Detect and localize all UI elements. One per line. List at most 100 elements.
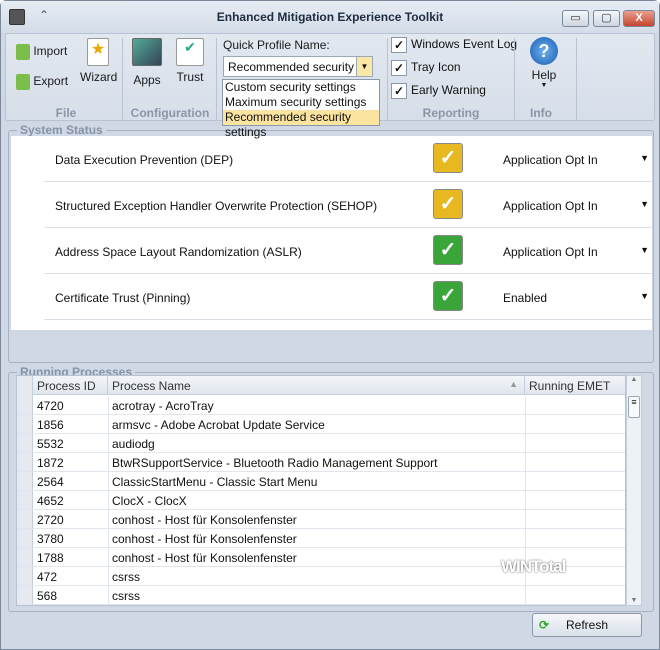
group-configuration-label: Configuration — [130, 106, 210, 120]
table-cell: conhost - Host für Konsolenfenster — [112, 551, 297, 565]
status-name: Structured Exception Handler Overwrite P… — [55, 199, 378, 213]
table-row[interactable]: 4652 ClocX - ClocX — [17, 491, 625, 510]
table-cell: 4720 — [37, 399, 64, 413]
table-row[interactable]: 2564 ClassicStartMenu - Classic Start Men… — [17, 472, 625, 491]
profile-option-custom[interactable]: Custom security settings — [223, 80, 379, 95]
minimize-button[interactable]: ▭ — [562, 10, 589, 27]
system-status-title: System Status — [17, 123, 106, 137]
early-warning-checkbox[interactable]: ✓ Early Warning — [391, 83, 486, 99]
scroll-up-icon[interactable]: ▲ — [627, 376, 641, 383]
status-name: Data Execution Prevention (DEP) — [55, 153, 234, 167]
wizard-icon: ★ — [87, 38, 109, 66]
status-name: Address Space Layout Randomization (ASLR… — [55, 245, 302, 259]
warning-check-icon: ✓ — [433, 189, 463, 219]
wintotal-watermark: WINTotal — [501, 557, 566, 576]
column-label: Process Name — [112, 379, 191, 393]
quick-profile-value: Recommended security ... — [228, 60, 368, 74]
export-icon — [16, 74, 30, 90]
maximize-button[interactable]: ▢ — [593, 10, 620, 27]
refresh-label: Refresh — [565, 618, 609, 632]
table-cell: 568 — [37, 589, 58, 603]
trust-button[interactable]: ✔ Trust — [172, 38, 208, 84]
help-button[interactable]: ? Help ▼ — [526, 37, 562, 89]
table-cell: armsvc - Adobe Acrobat Update Service — [112, 418, 325, 432]
export-label: Export — [33, 74, 69, 89]
export-button[interactable]: Export — [16, 74, 68, 90]
profile-option-maximum[interactable]: Maximum security settings — [223, 95, 379, 110]
import-icon — [16, 44, 30, 60]
table-row[interactable]: 3780 conhost - Host für Konsolenfenster — [17, 529, 625, 548]
windows-event-log-checkbox[interactable]: ✓ Windows Event Log — [391, 37, 517, 53]
table-row[interactable]: 1856 armsvc - Adobe Acrobat Update Servic… — [17, 415, 625, 434]
wizard-button[interactable]: ★ Wizard — [80, 38, 117, 84]
column-running-emet[interactable]: Running EMET — [525, 376, 625, 395]
warning-check-icon: ✓ — [433, 143, 463, 173]
table-cell: ClassicStartMenu - Classic Start Menu — [112, 475, 318, 489]
column-process-name[interactable]: Process Name ▲ — [108, 376, 525, 395]
emet-window: ⌃ Enhanced Mitigation Experience Toolkit… — [0, 0, 660, 650]
table-cell: 5532 — [37, 437, 64, 451]
checkbox-label: Early Warning — [411, 83, 486, 98]
apps-button[interactable]: Apps — [129, 38, 165, 87]
status-row-aslr: Address Space Layout Randomization (ASLR… — [44, 228, 652, 274]
vertical-scrollbar[interactable]: ▲ ≡ ▼ — [626, 375, 642, 606]
chevron-down-icon[interactable]: ▼ — [640, 199, 649, 209]
table-cell: 1788 — [37, 551, 64, 565]
table-row[interactable]: 4720 acrotray - AcroTray — [17, 396, 625, 415]
table-row[interactable]: 1872 BtwRSupportService - Bluetooth Radio… — [17, 453, 625, 472]
scroll-thumb[interactable]: ≡ — [628, 396, 640, 418]
tray-icon-checkbox[interactable]: ✓ Tray Icon — [391, 60, 461, 76]
check-icon: ✓ — [391, 83, 407, 99]
close-button[interactable]: X — [623, 10, 655, 27]
system-status-panel: Data Execution Prevention (DEP) ✓ Applicat… — [11, 136, 652, 330]
table-cell: 2564 — [37, 475, 64, 489]
status-row-dep: Data Execution Prevention (DEP) ✓ Applicat… — [44, 136, 652, 182]
column-process-id[interactable]: Process ID — [33, 376, 108, 395]
table-cell: 2720 — [37, 513, 64, 527]
ok-check-icon: ✓ — [433, 235, 463, 265]
apps-icon — [132, 38, 162, 66]
chevron-down-icon: ▼ — [540, 82, 548, 89]
table-cell: acrotray - AcroTray — [112, 399, 214, 413]
profile-option-recommended[interactable]: Recommended security settings — [223, 110, 379, 139]
table-cell: 1856 — [37, 418, 64, 432]
status-value[interactable]: Enabled — [503, 291, 547, 305]
chevron-down-icon[interactable]: ▼ — [640, 245, 649, 255]
table-cell: 3780 — [37, 532, 64, 546]
status-value[interactable]: Application Opt In — [503, 153, 598, 167]
table-row[interactable]: 568 csrss — [17, 586, 625, 605]
checkbox-label: Windows Event Log — [411, 37, 518, 52]
table-cell: BtwRSupportService - Bluetooth Radio Man… — [112, 456, 438, 470]
status-row-pinning: Certificate Trust (Pinning) ✓ Enabled ▼ — [44, 274, 652, 320]
help-label: Help — [531, 68, 557, 82]
help-icon: ? — [530, 37, 558, 65]
quick-profile-label: Quick Profile Name: — [223, 38, 330, 52]
scroll-down-icon[interactable]: ▼ — [627, 597, 641, 604]
table-cell: conhost - Host für Konsolenfenster — [112, 532, 297, 546]
status-name: Certificate Trust (Pinning) — [55, 291, 191, 305]
quick-profile-select[interactable]: Recommended security ... ▼ — [223, 56, 373, 77]
check-icon: ✓ — [391, 37, 407, 53]
apps-label: Apps — [133, 73, 161, 87]
table-cell: audiodg — [112, 437, 155, 451]
status-value[interactable]: Application Opt In — [503, 245, 598, 259]
table-cell: 1872 — [37, 456, 64, 470]
title-bar: ⌃ Enhanced Mitigation Experience Toolkit… — [1, 1, 659, 33]
sort-ascending-icon: ▲ — [509, 379, 518, 389]
table-row[interactable]: 5532 audiodg — [17, 434, 625, 453]
group-file-label: File — [55, 106, 77, 120]
chevron-down-icon[interactable]: ▼ — [356, 57, 372, 76]
import-button[interactable]: Import — [16, 44, 67, 60]
table-cell: 4652 — [37, 494, 64, 508]
refresh-button[interactable]: ⟳ Refresh — [532, 613, 642, 637]
table-row[interactable]: 2720 conhost - Host für Konsolenfenster — [17, 510, 625, 529]
group-reporting-label: Reporting — [422, 106, 480, 120]
table-cell: ClocX - ClocX — [112, 494, 187, 508]
status-value[interactable]: Application Opt In — [503, 199, 598, 213]
trust-icon: ✔ — [176, 38, 204, 66]
chevron-down-icon[interactable]: ▼ — [640, 153, 649, 163]
chevron-down-icon[interactable]: ▼ — [640, 291, 649, 301]
trust-label: Trust — [176, 70, 204, 84]
table-cell: csrss — [112, 570, 140, 584]
check-icon: ✓ — [391, 60, 407, 76]
